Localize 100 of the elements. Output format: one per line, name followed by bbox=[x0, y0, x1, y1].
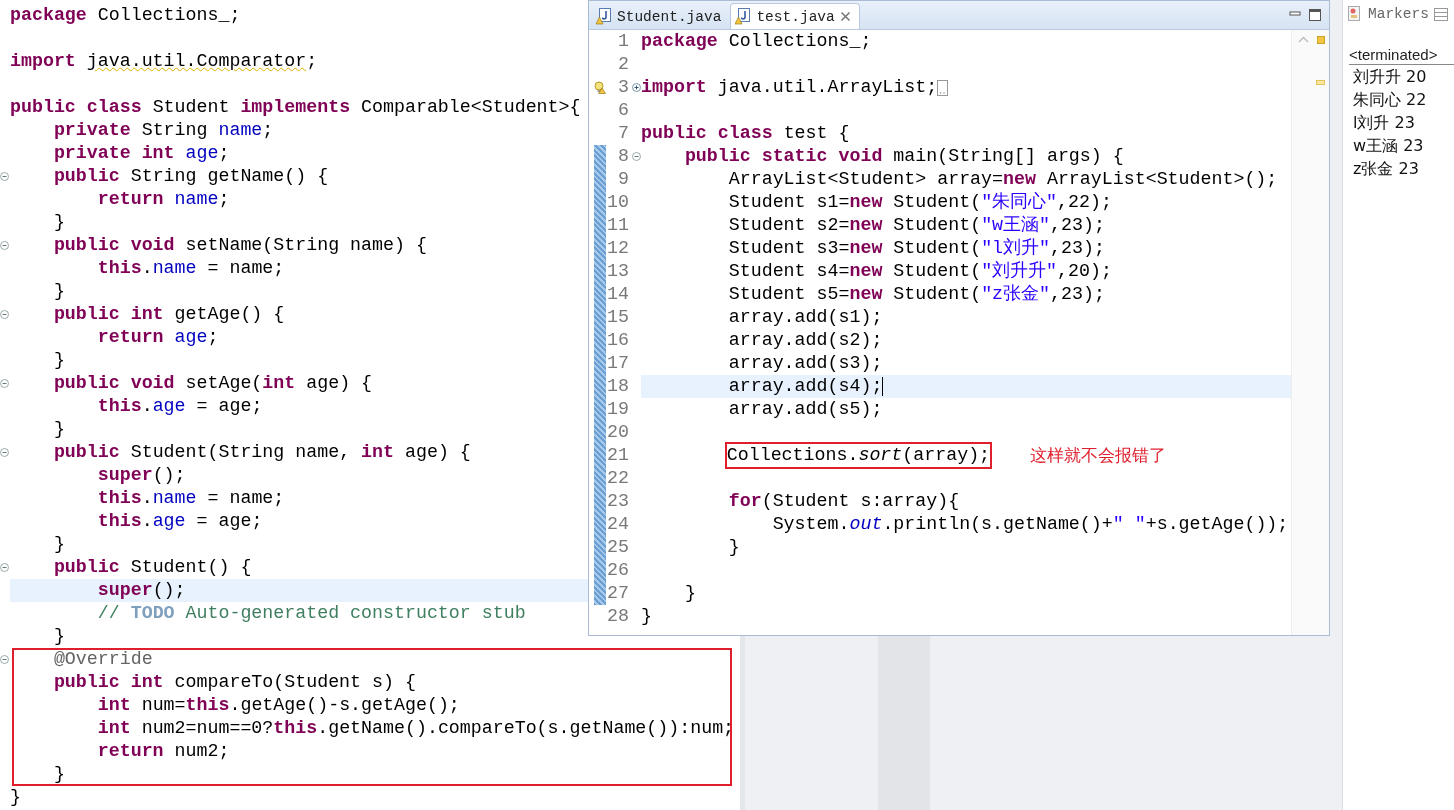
code-line: } bbox=[52, 533, 65, 556]
fold-collapse-icon[interactable] bbox=[0, 310, 9, 319]
code-line: public String getName() { bbox=[52, 165, 329, 188]
line-number: 28 bbox=[606, 605, 629, 628]
markers-icon bbox=[1348, 6, 1363, 22]
code-text: Student s5=new Student("z张金",23); bbox=[727, 283, 1105, 306]
console-header: <terminated> bbox=[1349, 46, 1454, 65]
change-ruler-bar bbox=[594, 559, 606, 582]
code-line: super(); bbox=[96, 464, 186, 487]
fold-collapse-icon[interactable] bbox=[0, 241, 9, 250]
change-ruler-bar bbox=[594, 306, 606, 329]
code-line: public void setName(String name) { bbox=[52, 234, 427, 257]
code-line: } bbox=[52, 763, 65, 786]
code-text: System.out.println(s.getName()+" "+s.getAge()); bbox=[771, 513, 1289, 536]
code-text: package Collections_; bbox=[641, 30, 872, 53]
change-ruler-bar bbox=[594, 214, 606, 237]
code-line: package Collections_; bbox=[10, 4, 241, 27]
annotation-note: 这样就不会报错了 bbox=[1030, 444, 1167, 467]
code-line: int num=this.getAge()-s.getAge(); bbox=[96, 694, 460, 717]
code-line: public int getAge() { bbox=[52, 303, 285, 326]
code-line: } bbox=[52, 418, 65, 441]
code-line: public class Student implements Comparable<Student>{ bbox=[10, 96, 581, 119]
warning-marker-icon[interactable] bbox=[1316, 80, 1325, 85]
change-ruler-bar bbox=[594, 375, 606, 398]
change-ruler-bar bbox=[594, 168, 606, 191]
line-number: 7 bbox=[617, 122, 629, 145]
editor-tab[interactable]: Student.java bbox=[591, 3, 731, 29]
console-output-line: 朱同心 22 bbox=[1353, 89, 1428, 111]
code-text: public static void main(String[] args) { bbox=[683, 145, 1124, 168]
line-number: 10 bbox=[606, 191, 629, 214]
change-ruler-bar bbox=[594, 329, 606, 352]
warning-bulb-icon[interactable] bbox=[594, 81, 606, 94]
code-line: private String name; bbox=[52, 119, 274, 142]
fold-collapse-icon[interactable] bbox=[0, 563, 9, 572]
code-text: array.add(s5); bbox=[727, 398, 883, 421]
change-ruler-bar bbox=[594, 145, 606, 168]
line-number: 14 bbox=[606, 283, 629, 306]
console-output-line: z张金 23 bbox=[1353, 158, 1420, 180]
console-output-line: l刘升 23 bbox=[1353, 112, 1416, 134]
line-number: 2 bbox=[617, 53, 629, 76]
fold-collapse-icon[interactable] bbox=[0, 655, 9, 664]
line-number: 19 bbox=[606, 398, 629, 421]
java-file-warning-icon bbox=[596, 8, 612, 25]
code-line: this.name = name; bbox=[96, 487, 285, 510]
console-output-line: w王涵 23 bbox=[1353, 135, 1425, 157]
code-line: this.age = age; bbox=[96, 395, 263, 418]
table-icon bbox=[1433, 7, 1448, 21]
code-line: // TODO Auto-generated constructor stub bbox=[96, 602, 526, 625]
fold-collapse-icon[interactable] bbox=[0, 379, 9, 388]
code-text: ArrayList<Student> array=new ArrayList<Student>(); bbox=[727, 168, 1278, 191]
fold-collapse-icon[interactable] bbox=[632, 152, 641, 161]
line-number: 11 bbox=[606, 214, 629, 237]
line-number: 15 bbox=[606, 306, 629, 329]
folded-code-marker-icon[interactable] bbox=[937, 79, 949, 96]
fold-expand-icon[interactable] bbox=[632, 83, 641, 92]
code-text: array.add(s1); bbox=[727, 306, 883, 329]
code-line: public Student(String name, int age) { bbox=[52, 441, 471, 464]
line-number: 16 bbox=[606, 329, 629, 352]
line-number: 17 bbox=[606, 352, 629, 375]
code-text: array.add(s2); bbox=[727, 329, 883, 352]
code-text: } bbox=[683, 582, 696, 605]
code-line: public Student() { bbox=[52, 556, 252, 579]
code-line: int num2=num==0?this.getName().compareTo(s.getName()):num; bbox=[96, 717, 735, 740]
code-line: } bbox=[10, 786, 21, 809]
maximize-icon[interactable] bbox=[1309, 9, 1321, 21]
code-line: public int compareTo(Student s) { bbox=[52, 671, 416, 694]
line-number: 21 bbox=[606, 444, 629, 467]
change-ruler-bar bbox=[594, 490, 606, 513]
code-text: } bbox=[727, 536, 740, 559]
code-text: Student s3=new Student("l刘升",23); bbox=[727, 237, 1105, 260]
close-icon[interactable] bbox=[839, 11, 851, 22]
change-ruler-bar bbox=[594, 467, 606, 490]
panel-tab[interactable]: Markers bbox=[1368, 6, 1429, 22]
line-number: 6 bbox=[617, 99, 629, 122]
change-ruler-bar bbox=[594, 191, 606, 214]
code-line: return name; bbox=[96, 188, 230, 211]
code-text: for(Student s:array){ bbox=[727, 490, 960, 513]
code-line: } bbox=[52, 211, 65, 234]
line-number: 1 bbox=[617, 30, 629, 53]
change-ruler-bar bbox=[594, 444, 606, 467]
line-number: 3 bbox=[617, 76, 629, 99]
line-number: 23 bbox=[606, 490, 629, 513]
change-ruler-bar bbox=[594, 536, 606, 559]
fold-collapse-icon[interactable] bbox=[0, 172, 9, 181]
console-output-line: 刘升升 20 bbox=[1353, 66, 1428, 88]
change-ruler-bar bbox=[594, 260, 606, 283]
code-line: } bbox=[52, 280, 65, 303]
warning-summary-marker-icon[interactable] bbox=[1317, 36, 1325, 44]
line-number: 12 bbox=[606, 237, 629, 260]
code-text: Student s2=new Student("w王涵",23); bbox=[727, 214, 1105, 237]
code-line: return num2; bbox=[96, 740, 230, 763]
editor-tab[interactable]: test.java bbox=[730, 3, 860, 29]
change-ruler-bar bbox=[594, 352, 606, 375]
code-line: return age; bbox=[96, 326, 219, 349]
line-number: 24 bbox=[606, 513, 629, 536]
code-text: Collections.sort(array); bbox=[726, 445, 991, 465]
code-text: import java.util.ArrayList; bbox=[641, 76, 938, 99]
code-text: array.add(s4); bbox=[727, 375, 883, 398]
line-number: 18 bbox=[606, 375, 629, 398]
fold-collapse-icon[interactable] bbox=[0, 448, 9, 457]
